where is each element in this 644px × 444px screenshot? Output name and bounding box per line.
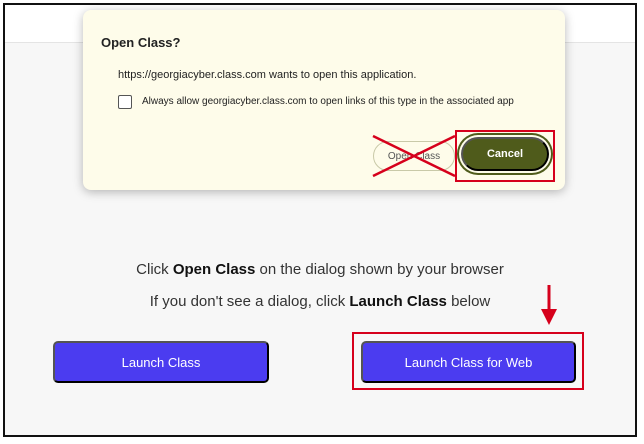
launch-class-for-web-button[interactable]: Launch Class for Web (361, 341, 576, 383)
dialog-title: Open Class? (101, 35, 181, 50)
instruction-1-pre: Click (136, 261, 173, 278)
cancel-button[interactable]: Cancel (461, 137, 549, 171)
open-class-dialog: Open Class? https://georgiacyber.class.c… (83, 10, 565, 190)
always-allow-label: Always allow georgiacyber.class.com to o… (142, 96, 514, 107)
instruction-line-1: Click Open Class on the dialog shown by … (5, 261, 635, 278)
instruction-2-pre: If you don't see a dialog, click (149, 293, 350, 310)
down-arrow-annotation-icon (541, 285, 557, 325)
screenshot-frame: Open Class? https://georgiacyber.class.c… (3, 3, 637, 437)
instruction-1-bold: Open Class (172, 261, 256, 278)
instruction-1-post: on the dialog shown by your browser (255, 261, 504, 278)
instruction-2-post: below (446, 293, 491, 310)
cross-out-annotation-icon (372, 134, 456, 178)
launch-class-button[interactable]: Launch Class (53, 341, 269, 383)
instruction-2-bold: Launch Class (349, 293, 447, 310)
always-allow-checkbox[interactable] (118, 95, 132, 109)
dialog-message: https://georgiacyber.class.com wants to … (118, 69, 417, 81)
